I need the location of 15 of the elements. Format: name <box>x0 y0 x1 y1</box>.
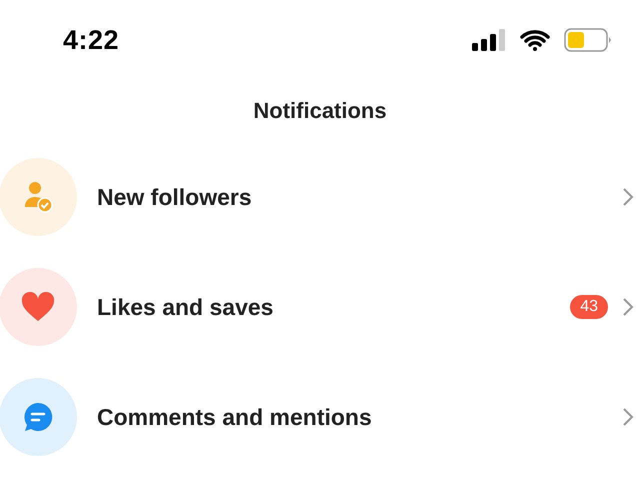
chat-bubble-icon <box>22 401 54 433</box>
signal-icon <box>472 29 506 51</box>
person-check-icon <box>23 181 53 213</box>
notification-item[interactable]: Likes and saves <box>97 294 570 320</box>
battery-icon <box>564 28 612 52</box>
page-title: Notifications <box>253 98 387 124</box>
status-time: 4:22 <box>63 24 120 56</box>
notification-item[interactable]: Comments and mentions <box>97 404 622 430</box>
chevron-right-icon <box>622 407 634 427</box>
wifi-icon <box>520 29 550 51</box>
notification-item[interactable]: New followers <box>97 184 622 210</box>
chevron-right-icon <box>622 297 634 317</box>
heart-icon <box>21 292 55 322</box>
chevron-right-icon <box>622 187 634 207</box>
count-badge: 43 <box>570 295 608 319</box>
